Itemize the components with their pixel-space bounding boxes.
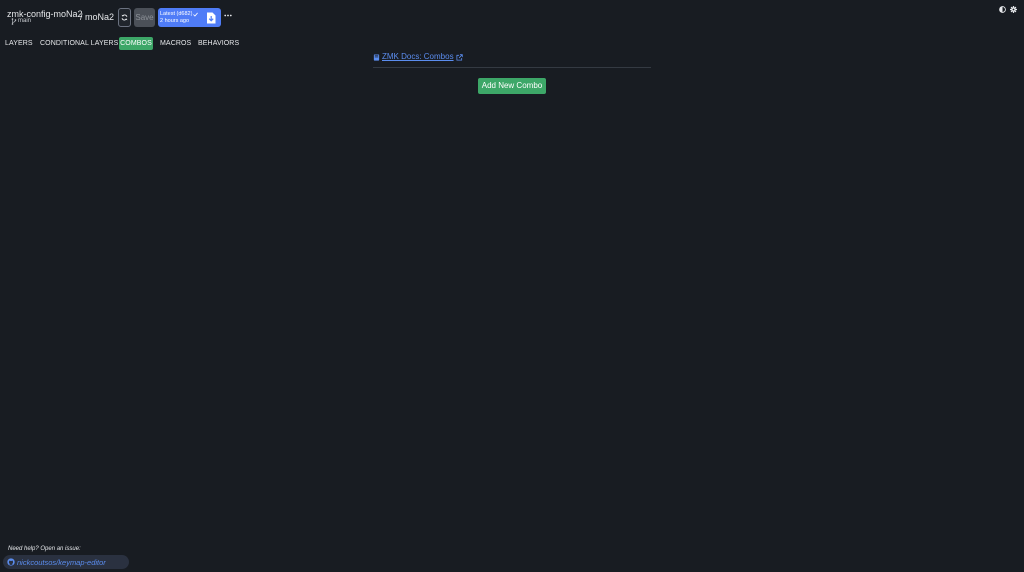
- external-link-icon: [456, 53, 463, 61]
- settings-gear-icon[interactable]: [1010, 6, 1017, 13]
- refresh-icon: [121, 14, 128, 21]
- download-file-icon: [207, 12, 216, 24]
- zmk-docs-link[interactable]: ZMK Docs: Combos: [373, 52, 463, 62]
- save-button[interactable]: Save: [134, 8, 155, 27]
- more-options-button[interactable]: [224, 11, 232, 19]
- build-status: Latest (d682): [160, 11, 193, 17]
- branch-label[interactable]: main: [11, 18, 31, 25]
- add-new-combo-button[interactable]: Add New Combo: [478, 78, 546, 94]
- github-icon: [7, 558, 15, 566]
- build-time: 2 hours ago: [160, 18, 190, 24]
- branch-name: main: [18, 18, 32, 24]
- app-header: zmk-config-moNa2 main / moNa2 Save Lates…: [0, 0, 1024, 34]
- book-icon: [373, 53, 380, 61]
- build-status-line: Latest (d682): [160, 11, 199, 17]
- more-icon: [224, 14, 232, 16]
- tab-combos[interactable]: COMBOS: [119, 37, 153, 50]
- docs-link-text: ZMK Docs: Combos: [382, 52, 454, 61]
- help-text: Need help? Open an issue:: [8, 546, 81, 552]
- check-icon: [193, 12, 199, 17]
- tab-conditional-layers[interactable]: CONDITIONAL LAYERS: [40, 37, 118, 50]
- refresh-button[interactable]: [118, 8, 131, 27]
- github-link-text: nickcoutsos/keymap-editor: [17, 557, 106, 567]
- build-status-button[interactable]: Latest (d682) 2 hours ago: [158, 8, 221, 27]
- theme-toggle-icon[interactable]: [999, 6, 1006, 13]
- tab-bar: LAYERS CONDITIONAL LAYERS COMBOS MACROS …: [0, 37, 400, 50]
- section-divider: [373, 67, 651, 68]
- tab-behaviors[interactable]: BEHAVIORS: [198, 37, 239, 50]
- tab-layers[interactable]: LAYERS: [5, 37, 33, 50]
- tab-macros[interactable]: MACROS: [160, 37, 191, 50]
- branch-icon: [11, 18, 17, 25]
- keyboard-name[interactable]: / moNa2: [80, 12, 114, 22]
- github-issues-link[interactable]: nickcoutsos/keymap-editor: [3, 555, 129, 569]
